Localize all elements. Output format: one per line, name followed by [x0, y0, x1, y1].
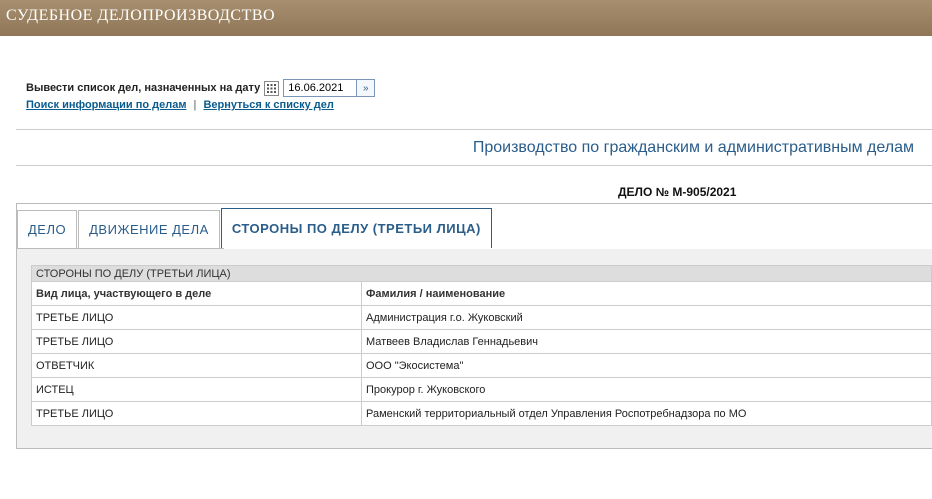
tab-case[interactable]: ДЕЛО	[17, 210, 78, 248]
double-chevron-right-icon: »	[363, 82, 369, 94]
case-number: ДЕЛО № М-905/2021	[618, 185, 737, 199]
party-name-cell: Администрация г.о. Жуковский	[361, 305, 932, 330]
party-type-cell: ТРЕТЬЕ ЛИЦО	[31, 329, 362, 354]
divider	[16, 165, 932, 166]
party-type-cell: ТРЕТЬЕ ЛИЦО	[31, 401, 362, 426]
nav-links: Поиск информации по делам | Вернуться к …	[26, 99, 334, 111]
date-filter: Вывести список дел, назначенных на дату …	[26, 78, 376, 98]
search-cases-link[interactable]: Поиск информации по делам	[26, 99, 186, 111]
party-name-cell: Матвеев Владислав Геннадьевич	[361, 329, 932, 354]
table-caption: СТОРОНЫ ПО ДЕЛУ (ТРЕТЬИ ЛИЦА)	[31, 265, 932, 282]
party-name-cell: Прокурор г. Жуковского	[361, 377, 932, 402]
case-tabs: ДЕЛО ДВИЖЕНИЕ ДЕЛА СТОРОНЫ ПО ДЕЛУ (ТРЕТ…	[17, 208, 493, 249]
party-type-cell: ТРЕТЬЕ ЛИЦО	[31, 305, 362, 330]
divider	[16, 129, 932, 130]
column-header-name: Фамилия / наименование	[361, 281, 932, 306]
link-separator: |	[193, 99, 197, 111]
column-header-party-type: Вид лица, участвующего в деле	[31, 281, 362, 306]
tab-parties[interactable]: СТОРОНЫ ПО ДЕЛУ (ТРЕТЬИ ЛИЦА)	[220, 208, 492, 248]
date-input[interactable]	[283, 79, 358, 97]
date-filter-label: Вывести список дел, назначенных на дату	[26, 82, 261, 94]
table-row: ТРЕТЬЕ ЛИЦО Матвеев Владислав Геннадьеви…	[31, 329, 932, 354]
show-cases-button[interactable]: »	[357, 79, 376, 97]
page-header: СУДЕБНОЕ ДЕЛОПРОИЗВОДСТВО	[0, 0, 932, 36]
court-title: Производство по гражданским и администра…	[472, 139, 914, 156]
party-type-cell: ОТВЕТЧИК	[31, 353, 362, 378]
tab-case-movement[interactable]: ДВИЖЕНИЕ ДЕЛА	[78, 210, 220, 248]
party-type-cell: ИСТЕЦ	[31, 377, 362, 402]
table-row: ОТВЕТЧИК ООО "Экосистема"	[31, 353, 932, 378]
table-row: ТРЕТЬЕ ЛИЦО Администрация г.о. Жуковский	[31, 305, 932, 330]
page-header-title: СУДЕБНОЕ ДЕЛОПРОИЗВОДСТВО	[6, 7, 276, 24]
table-row: ТРЕТЬЕ ЛИЦО Раменский территориальный от…	[31, 401, 932, 426]
back-to-list-link[interactable]: Вернуться к списку дел	[203, 99, 333, 111]
calendar-icon[interactable]	[264, 80, 280, 96]
party-name-cell: ООО "Экосистема"	[361, 353, 932, 378]
table-row: ИСТЕЦ Прокурор г. Жуковского	[31, 377, 932, 402]
party-name-cell: Раменский территориальный отдел Управлен…	[361, 401, 932, 426]
parties-table: СТОРОНЫ ПО ДЕЛУ (ТРЕТЬИ ЛИЦА) Вид лица, …	[31, 265, 932, 426]
